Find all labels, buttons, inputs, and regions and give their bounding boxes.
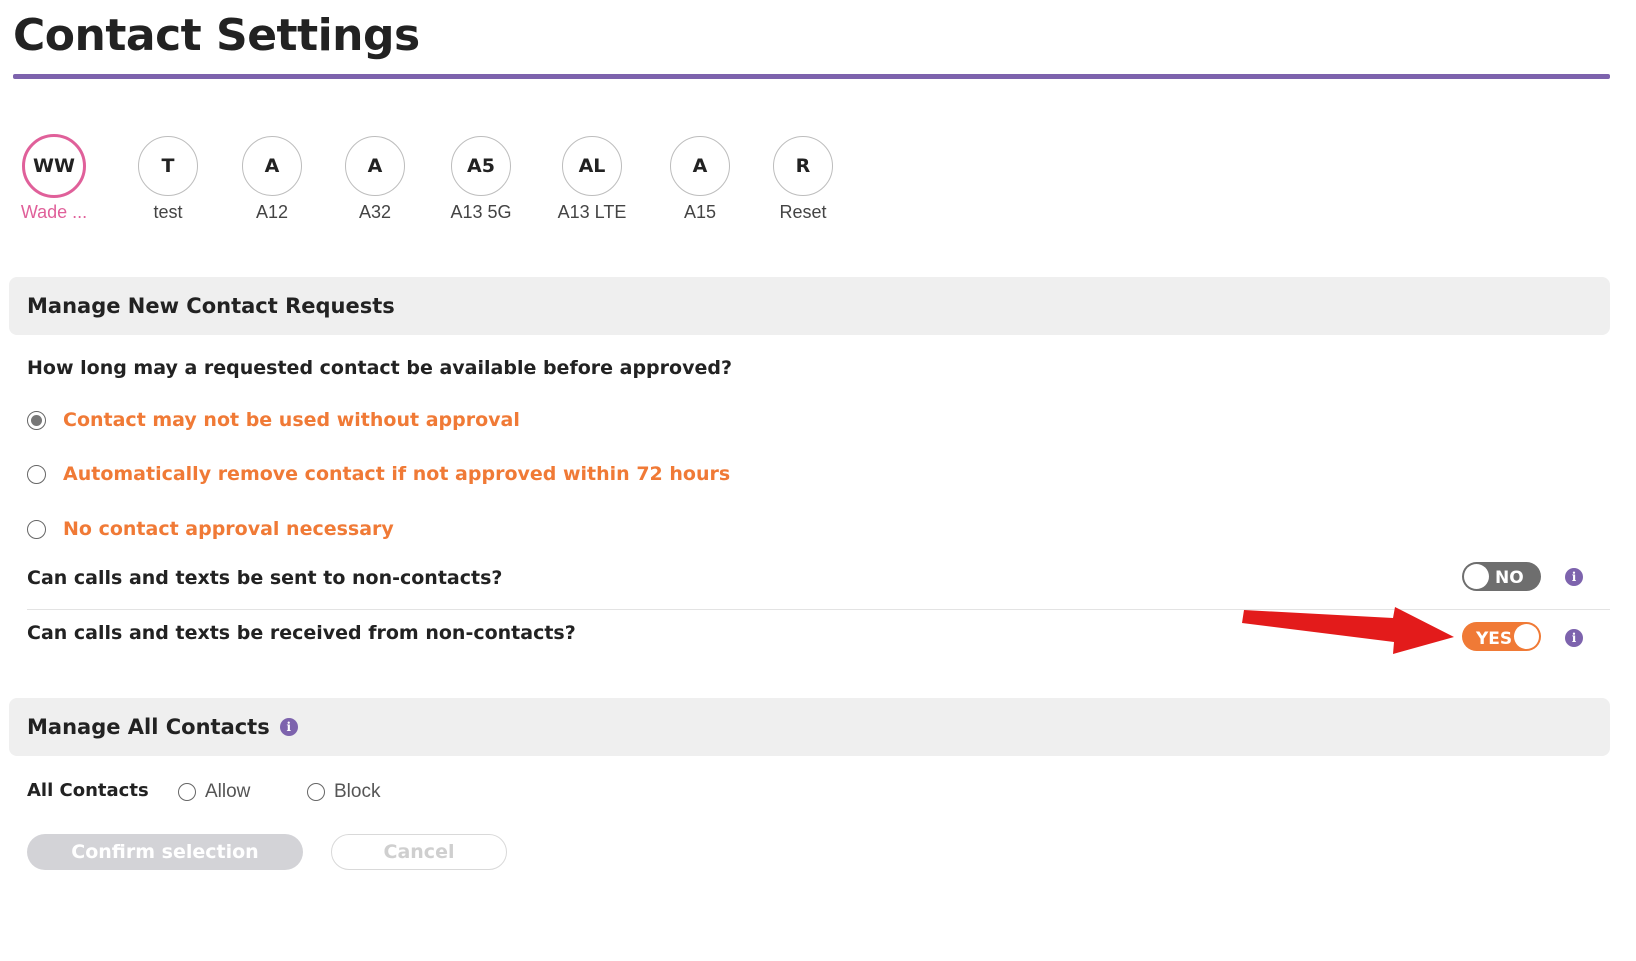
toggle-knob <box>1514 624 1539 649</box>
avatar-label: A13 5G <box>450 202 512 222</box>
section-header-new-requests: Manage New Contact Requests <box>9 277 1610 335</box>
radio-option-auto-remove[interactable]: Automatically remove contact if not appr… <box>27 463 730 485</box>
send-non-contacts-toggle[interactable]: NO <box>1462 562 1541 591</box>
avatar-label: A15 <box>683 202 717 222</box>
info-icon[interactable]: i <box>1565 629 1583 647</box>
toggle-state: NO <box>1495 568 1524 588</box>
avatar-label: test <box>153 202 183 222</box>
contact-avatar-a13-5g[interactable]: A5 A13 5G <box>426 136 536 223</box>
radio-label: No contact approval necessary <box>63 518 394 540</box>
radio-label: Automatically remove contact if not appr… <box>63 463 731 485</box>
avatar-initials: T <box>138 136 198 196</box>
radio-button[interactable] <box>27 464 46 484</box>
contact-avatar-wade[interactable]: WW Wade ... <box>0 134 109 223</box>
cancel-button[interactable]: Cancel <box>331 834 507 870</box>
toggle-knob <box>1464 564 1489 589</box>
radio-button[interactable] <box>178 783 196 801</box>
red-arrow-icon <box>1242 607 1454 654</box>
avatar-initials: A <box>345 136 405 196</box>
arrow-shape <box>1242 607 1454 654</box>
info-icon[interactable]: i <box>279 718 298 736</box>
avatar-label: A12 <box>255 202 289 222</box>
contact-avatar-a13-lte[interactable]: AL A13 LTE <box>537 136 647 223</box>
section-title: Manage All Contacts <box>27 715 270 739</box>
contact-avatar-test[interactable]: T test <box>113 136 223 223</box>
avatar-initials: A <box>242 136 302 196</box>
section-header-all-contacts: Manage All Contacts i <box>9 698 1610 756</box>
radio-option-no-approval[interactable]: No contact approval necessary <box>27 518 394 540</box>
radio-option-allow[interactable]: Allow <box>178 781 250 803</box>
radio-option-block[interactable]: Block <box>307 781 380 803</box>
radio-option-require-approval[interactable]: Contact may not be used without approval <box>27 409 520 431</box>
radio-button[interactable] <box>27 410 46 430</box>
avatar-label: A32 <box>358 202 392 222</box>
confirm-selection-button[interactable]: Confirm selection <box>27 834 303 870</box>
contact-avatar-list: WW Wade ... T test A A12 A A32 A5 A13 5G… <box>0 134 900 236</box>
avatar-label: A13 LTE <box>557 202 627 222</box>
title-divider <box>13 74 1610 79</box>
approval-question: How long may a requested contact be avai… <box>27 357 732 379</box>
receive-non-contacts-toggle[interactable]: YES <box>1462 622 1541 651</box>
contact-avatar-a15[interactable]: A A15 <box>645 136 755 223</box>
contact-avatar-a12[interactable]: A A12 <box>217 136 327 223</box>
contact-avatar-reset[interactable]: R Reset <box>748 136 858 223</box>
radio-label: Block <box>334 781 381 802</box>
avatar-label: Reset <box>779 202 827 222</box>
section-title: Manage New Contact Requests <box>27 294 395 318</box>
avatar-initials: A5 <box>451 136 511 196</box>
radio-label: Allow <box>205 781 251 802</box>
radio-button[interactable] <box>307 783 325 801</box>
contact-avatar-a32[interactable]: A A32 <box>320 136 430 223</box>
toggle-state: YES <box>1476 629 1513 649</box>
radio-button[interactable] <box>27 519 46 539</box>
avatar-label: Wade ... <box>20 202 88 222</box>
avatar-initials: A <box>670 136 730 196</box>
all-contacts-label: All Contacts <box>27 780 149 801</box>
receive-non-contacts-question: Can calls and texts be received from non… <box>27 622 576 644</box>
avatar-initials: AL <box>562 136 622 196</box>
page-title: Contact Settings <box>13 10 420 61</box>
avatar-initials: R <box>773 136 833 196</box>
radio-label: Contact may not be used without approval <box>63 409 520 431</box>
send-non-contacts-question: Can calls and texts be sent to non-conta… <box>27 567 503 589</box>
avatar-initials: WW <box>22 134 86 198</box>
info-icon[interactable]: i <box>1565 568 1583 586</box>
